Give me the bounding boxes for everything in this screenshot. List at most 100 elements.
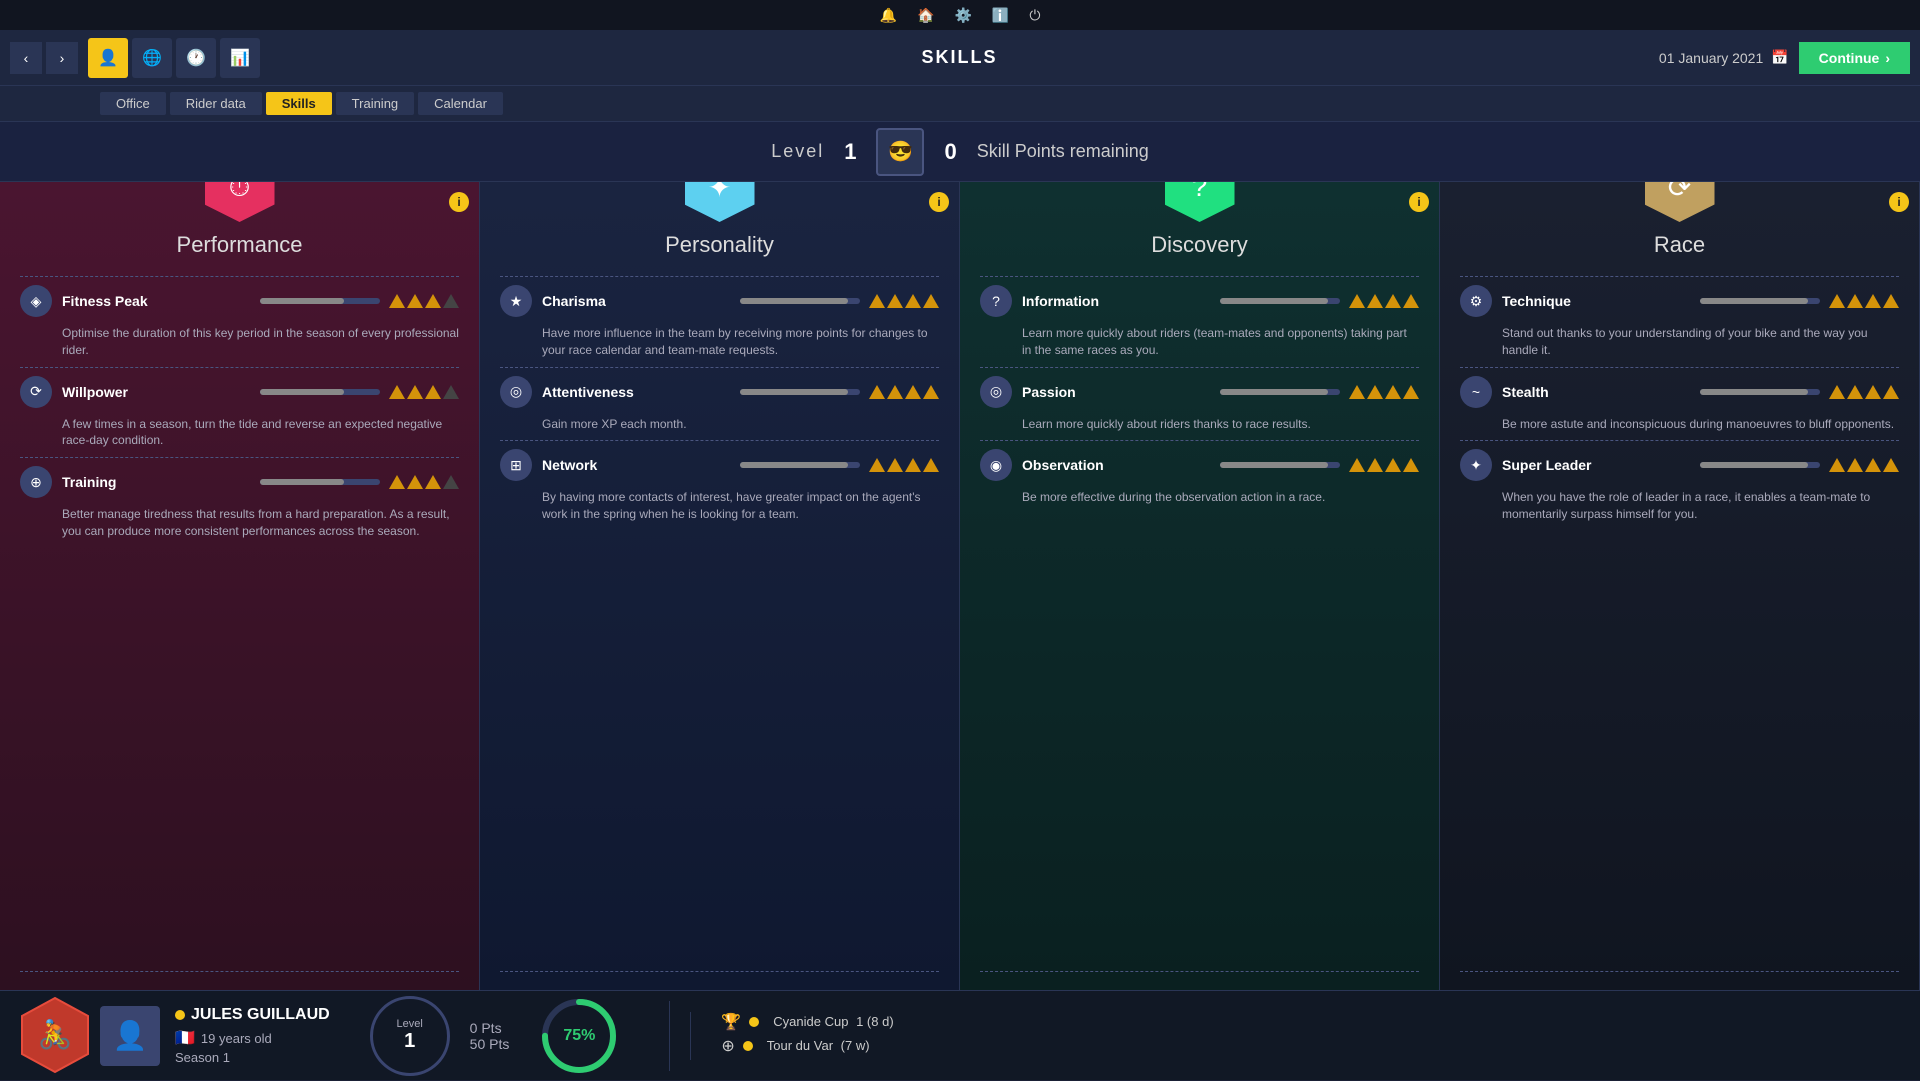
level-bar: Level 1 😎 0 Skill Points remaining xyxy=(0,122,1920,182)
personality-info-icon[interactable]: i xyxy=(929,192,949,212)
rider-status-dot xyxy=(175,1010,185,1020)
triangle-1 xyxy=(1349,458,1365,472)
fitness-peak-name: Fitness Peak xyxy=(62,293,260,309)
fitness-peak-icon: ◈ xyxy=(20,285,52,317)
nav-arrows: ‹ › xyxy=(10,42,78,74)
date-text: 01 January 2021 xyxy=(1659,50,1763,66)
triangle-2 xyxy=(887,385,903,399)
race-hex-icon: ⟳ xyxy=(1645,182,1715,222)
observation-bars xyxy=(1220,458,1419,472)
bottom-separator xyxy=(669,1001,670,1071)
technique-icon: ⚙ xyxy=(1460,285,1492,317)
tab-office[interactable]: Office xyxy=(100,92,166,115)
triangle-3 xyxy=(425,385,441,399)
stealth-bars xyxy=(1700,385,1899,399)
triangle-3 xyxy=(905,385,921,399)
tab-training[interactable]: Training xyxy=(336,92,414,115)
personality-title: Personality xyxy=(665,232,774,258)
rider-portrait-hexagon: 🚴 xyxy=(20,996,90,1076)
information-icon: ? xyxy=(980,285,1012,317)
performance-hex-icon: ⏱ xyxy=(205,182,275,222)
info-icon[interactable]: ℹ️ xyxy=(992,7,1009,24)
triangle-1 xyxy=(389,475,405,489)
pts-info: 0 Pts 50 Pts xyxy=(470,1020,510,1052)
network-desc: By having more contacts of interest, hav… xyxy=(542,489,939,523)
stealth-icon: ~ xyxy=(1460,376,1492,408)
continue-label: Continue xyxy=(1819,50,1880,66)
triangle-2 xyxy=(1367,294,1383,308)
triangle-1 xyxy=(389,294,405,308)
level-number: 1 xyxy=(844,139,856,165)
progress-percent: 75% xyxy=(563,1027,595,1045)
skill-information: ? Information Learn more quickly about r… xyxy=(980,285,1419,359)
race-item-2: ⊕ Tour du Var (7 w) xyxy=(721,1036,1900,1056)
race-card-header: ⟳ Race xyxy=(1460,182,1899,266)
triangle-3 xyxy=(1865,294,1881,308)
tab-rider-data[interactable]: Rider data xyxy=(170,92,262,115)
attentiveness-name: Attentiveness xyxy=(542,384,740,400)
page-title: SKILLS xyxy=(260,47,1659,68)
power-icon[interactable]: ⏻ xyxy=(1029,7,1040,24)
information-name: Information xyxy=(1022,293,1220,309)
triangle-4 xyxy=(923,458,939,472)
discovery-card-header: ? Discovery xyxy=(980,182,1419,266)
skill-willpower: ⟳ Willpower A few times in a season, tur… xyxy=(20,376,459,450)
training-bars xyxy=(260,475,459,489)
race-dot-1 xyxy=(749,1017,759,1027)
bell-icon[interactable]: 🔔 xyxy=(880,7,897,24)
home-icon[interactable]: 🏠 xyxy=(917,7,934,24)
triangle-3 xyxy=(425,294,441,308)
tab-skills[interactable]: Skills xyxy=(266,92,332,115)
continue-button[interactable]: Continue › xyxy=(1799,42,1910,74)
performance-info-icon[interactable]: i xyxy=(449,192,469,212)
skill-observation: ◉ Observation Be more effective during t… xyxy=(980,449,1419,506)
progress-ring: 75% xyxy=(539,996,619,1076)
skill-stealth: ~ Stealth Be more astute and inconspicuo… xyxy=(1460,376,1899,433)
charisma-name: Charisma xyxy=(542,293,740,309)
nav-forward-button[interactable]: › xyxy=(46,42,78,74)
triangle-4 xyxy=(1403,294,1419,308)
race-icon-2: ⊕ xyxy=(721,1036,734,1056)
triangle-1 xyxy=(389,385,405,399)
attentiveness-icon: ◎ xyxy=(500,376,532,408)
network-name: Network xyxy=(542,457,740,473)
race-title: Race xyxy=(1654,232,1705,258)
nav-chart-button[interactable]: 📊 xyxy=(220,38,260,78)
calendar-icon[interactable]: 📅 xyxy=(1771,49,1788,66)
bottom-level-circle: Level 1 xyxy=(370,996,450,1076)
race-info-icon[interactable]: i xyxy=(1889,192,1909,212)
personality-card-header: ✦ Personality xyxy=(500,182,939,266)
nav-profile-button[interactable]: 👤 xyxy=(88,38,128,78)
rider-info: JULES GUILLAUD 🇫🇷 19 years old Season 1 xyxy=(175,1006,330,1065)
training-name: Training xyxy=(62,474,260,490)
triangle-2 xyxy=(1847,458,1863,472)
triangle-2 xyxy=(1367,458,1383,472)
triangle-4 xyxy=(443,475,459,489)
observation-icon: ◉ xyxy=(980,449,1012,481)
willpower-name: Willpower xyxy=(62,384,260,400)
triangle-3 xyxy=(425,475,441,489)
super-leader-icon: ✦ xyxy=(1460,449,1492,481)
technique-bars xyxy=(1700,294,1899,308)
network-icon: ⊞ xyxy=(500,449,532,481)
discovery-info-icon[interactable]: i xyxy=(1409,192,1429,212)
nav-clock-button[interactable]: 🕐 xyxy=(176,38,216,78)
fitness-peak-desc: Optimise the duration of this key period… xyxy=(62,325,459,359)
triangle-3 xyxy=(905,458,921,472)
nav-globe-button[interactable]: 🌐 xyxy=(132,38,172,78)
race-card: i ⟳ Race ⚙ Technique Sta xyxy=(1440,182,1920,990)
skill-passion: ◎ Passion Learn more quickly about rider… xyxy=(980,376,1419,433)
bottom-bar: 🚴 👤 JULES GUILLAUD 🇫🇷 19 years old Seaso… xyxy=(0,990,1920,1080)
nav-back-button[interactable]: ‹ xyxy=(10,42,42,74)
charisma-desc: Have more influence in the team by recei… xyxy=(542,325,939,359)
triangle-1 xyxy=(869,385,885,399)
willpower-desc: A few times in a season, turn the tide a… xyxy=(62,416,459,450)
network-bars xyxy=(740,458,939,472)
charisma-icon: ★ xyxy=(500,285,532,317)
triangle-3 xyxy=(1385,385,1401,399)
triangle-4 xyxy=(1883,294,1899,308)
gear-icon[interactable]: ⚙️ xyxy=(954,7,971,24)
triangle-1 xyxy=(869,294,885,308)
triangle-4 xyxy=(1403,458,1419,472)
tab-calendar[interactable]: Calendar xyxy=(418,92,503,115)
